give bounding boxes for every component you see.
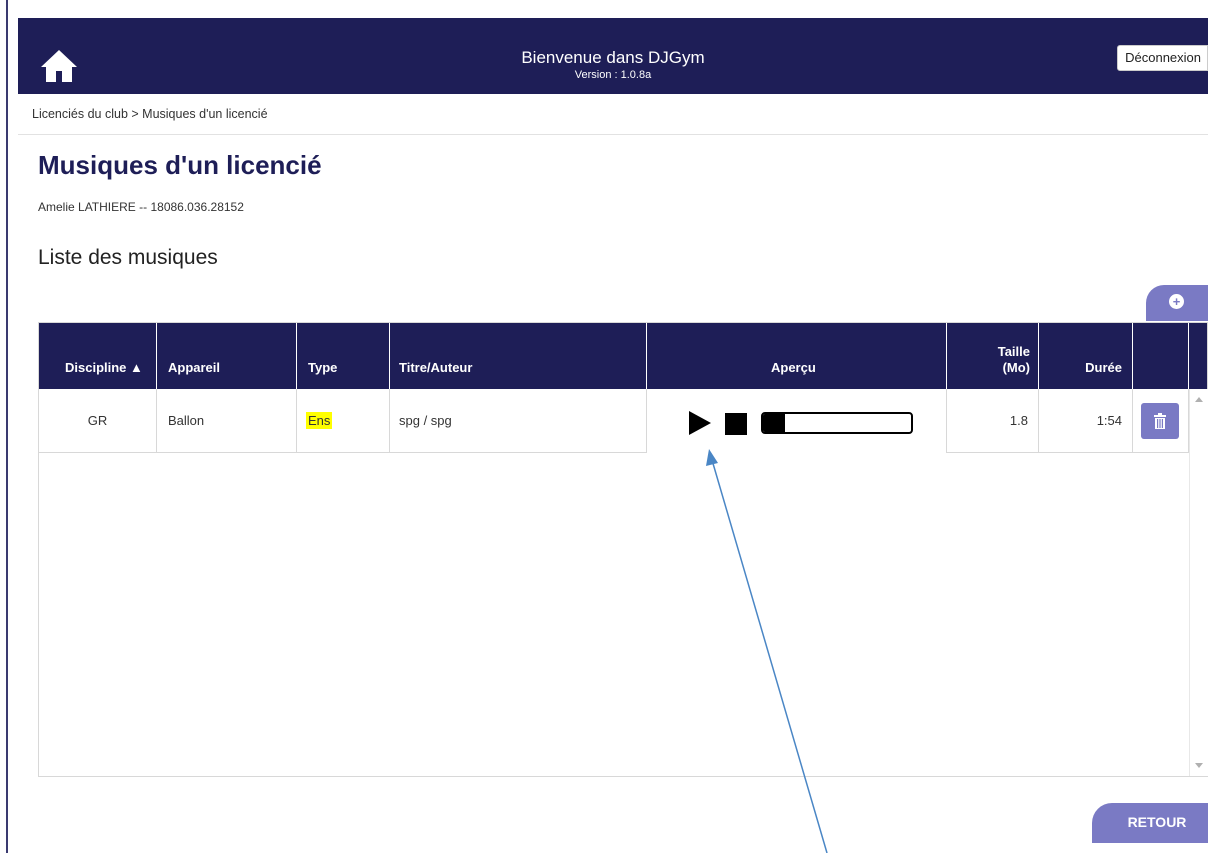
add-music-button[interactable]: + <box>1146 285 1208 321</box>
breadcrumb-current: > Musiques d'un licencié <box>131 107 268 121</box>
col-appareil[interactable]: Appareil <box>157 323 297 389</box>
col-titre[interactable]: Titre/Auteur <box>390 323 647 389</box>
audio-progress-bar[interactable] <box>761 412 913 434</box>
type-value: Ens <box>306 412 333 429</box>
cell-appareil: Ballon <box>157 389 297 453</box>
logout-button[interactable]: Déconnexion <box>1117 45 1208 71</box>
table-row: GR Ballon Ens spg / spg 1.8 1:54 <box>39 389 1189 453</box>
cell-duree: 1:54 <box>1039 389 1133 453</box>
app-header: Bienvenue dans DJGym Version : 1.0.8a Dé… <box>18 18 1208 94</box>
stop-icon[interactable] <box>725 413 747 435</box>
section-title: Liste des musiques <box>38 246 218 269</box>
col-type[interactable]: Type <box>297 323 390 389</box>
breadcrumb-club-members[interactable]: Licenciés du club <box>32 107 128 121</box>
audio-progress-fill <box>763 414 786 432</box>
window-edge <box>0 0 3 853</box>
cell-titre: spg / spg <box>390 389 647 453</box>
page-title: Musiques d'un licencié <box>38 150 322 180</box>
table-scrollbar[interactable] <box>1189 389 1208 776</box>
scroll-up-icon[interactable] <box>1195 397 1203 402</box>
col-actions <box>1133 323 1189 389</box>
cell-taille: 1.8 <box>947 389 1039 453</box>
breadcrumb: Licenciés du club > Musiques d'un licenc… <box>18 94 1208 135</box>
trash-icon <box>1154 413 1166 429</box>
member-info: Amelie LATHIERE -- 18086.036.28152 <box>38 200 244 214</box>
app-version: Version : 1.0.8a <box>574 69 652 81</box>
app-title-block: Bienvenue dans DJGym Version : 1.0.8a <box>18 48 1208 81</box>
col-scroll <box>1189 323 1207 389</box>
play-icon[interactable] <box>689 411 711 435</box>
col-taille[interactable]: Taille (Mo) <box>947 323 1039 389</box>
cell-apercu <box>647 389 947 453</box>
scroll-down-icon[interactable] <box>1195 763 1203 768</box>
cell-actions <box>1133 389 1189 453</box>
cell-type: Ens <box>297 389 390 453</box>
window-border <box>6 0 8 853</box>
back-button[interactable]: RETOUR <box>1092 803 1208 843</box>
delete-button[interactable] <box>1141 403 1179 439</box>
col-apercu: Aperçu <box>647 323 947 389</box>
cell-discipline: GR <box>39 389 157 453</box>
music-table: Discipline ▲ Appareil Type Titre/Auteur … <box>38 322 1208 777</box>
table-header: Discipline ▲ Appareil Type Titre/Auteur … <box>39 323 1207 389</box>
app-title: Bienvenue dans DJGym <box>521 48 705 67</box>
col-duree[interactable]: Durée <box>1039 323 1133 389</box>
plus-circle-icon: + <box>1169 294 1184 309</box>
col-discipline[interactable]: Discipline ▲ <box>39 323 157 389</box>
